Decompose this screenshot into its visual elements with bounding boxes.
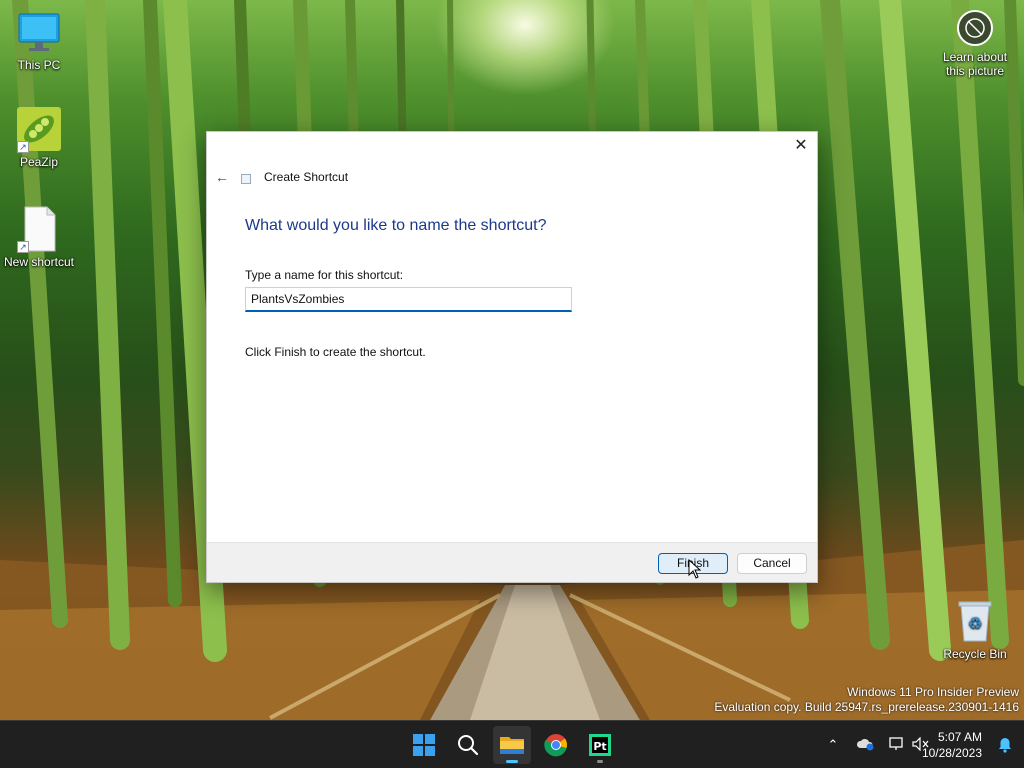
dialog-heading: What would you like to name the shortcut… [245,217,547,234]
watermark-line2: Evaluation copy. Build 25947.rs_prerelea… [714,700,1019,714]
notification-bell-icon[interactable] [996,737,1014,756]
taskbar-clock[interactable]: 5:07 AM 10/28/2023 [922,729,982,761]
blank-file-icon: ↗ [15,205,63,253]
mouse-pointer-icon [688,559,702,579]
shortcut-wizard-icon [241,174,251,184]
search-button[interactable] [449,726,487,764]
folder-icon [500,737,524,754]
taskbar-file-explorer[interactable] [493,726,531,764]
windows-logo-icon [413,734,435,756]
instruction-text: Click Finish to create the shortcut. [245,345,426,359]
running-app-indicator [597,760,603,763]
pycharm-logo-text: Pt [593,740,606,753]
clock-time: 5:07 AM [937,730,982,744]
back-button[interactable]: ← [213,168,231,186]
system-tray: ⌃ 5:07 AM 10/28/2023 [784,721,1024,768]
peazip-icon: ↗ [15,105,63,153]
dialog-title: Create Shortcut [264,170,349,184]
desktop-icon-recycle-bin[interactable]: ♻ Recycle Bin [936,597,1014,661]
desktop-icon-this-pc[interactable]: This PC [0,8,78,72]
evaluation-watermark: Windows 11 Pro Insider Preview Evaluatio… [714,685,1019,715]
desktop-icon-label: This PC [17,58,61,72]
close-icon: ✕ [794,137,808,154]
create-shortcut-dialog: ✕ ← Create Shortcut What would you like … [206,131,818,583]
start-button[interactable] [405,726,443,764]
onedrive-status-icon[interactable] [856,737,874,754]
desktop-icon-label: Recycle Bin [943,647,1007,661]
desktop-icon-peazip[interactable]: ↗ PeaZip [0,105,78,169]
cancel-button[interactable]: Cancel [737,553,807,574]
shortcut-name-label: Type a name for this shortcut: [245,268,404,282]
desktop-icon-label: New shortcut [3,255,75,269]
taskbar-chrome[interactable] [537,726,575,764]
shortcut-arrow-icon: ↗ [17,241,29,253]
network-icon[interactable] [888,737,906,754]
recycle-bin-icon: ♻ [951,597,999,645]
pycharm-icon: Pt [589,734,611,756]
learn-about-picture[interactable]: Learn about this picture [935,10,1015,78]
active-app-indicator [506,760,518,763]
taskbar-pycharm[interactable]: Pt [581,726,619,764]
shortcut-arrow-icon: ↗ [17,141,29,153]
monitor-icon [15,8,63,56]
taskbar: Pt ⌃ 5:07 AM 10/28/2023 [0,720,1024,768]
dialog-footer: Finish Cancel [207,542,817,582]
svg-text:♻: ♻ [968,614,982,633]
desktop-icon-label: PeaZip [19,155,59,169]
search-icon [458,735,479,756]
chrome-icon [544,734,567,757]
camera-info-icon [957,10,993,46]
watermark-line1: Windows 11 Pro Insider Preview [847,685,1019,699]
desktop-icon-new-shortcut[interactable]: ↗ New shortcut [0,205,78,269]
back-arrow-icon: ← [215,169,229,185]
learn-label: Learn about this picture [942,50,1008,78]
show-hidden-icons-chevron-icon[interactable]: ⌃ [824,737,842,753]
clock-date: 10/28/2023 [921,746,982,760]
close-button[interactable]: ✕ [785,132,817,160]
shortcut-name-input[interactable] [245,287,572,312]
